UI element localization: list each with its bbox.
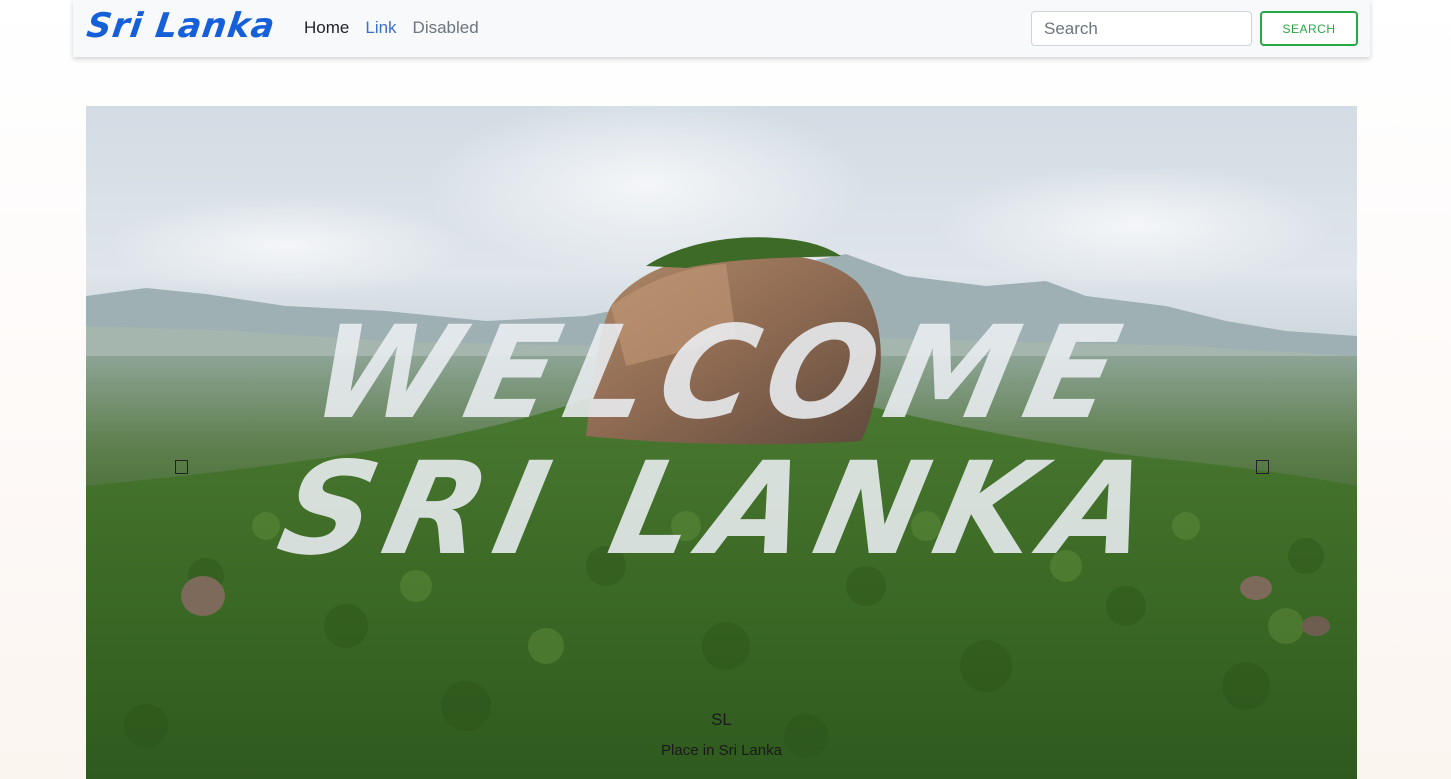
- nav-home-link[interactable]: Home: [304, 18, 349, 38]
- navbar: Sri Lanka Home Link Disabled SEARCH: [73, 0, 1370, 57]
- hero-headline-sri-lanka: SRI LANKA: [267, 435, 1176, 584]
- brand-logo[interactable]: Sri Lanka: [84, 6, 278, 46]
- carousel-prev-icon[interactable]: [175, 460, 188, 474]
- search-input[interactable]: [1031, 11, 1252, 46]
- caption-title: SL: [711, 710, 732, 729]
- carousel-next-icon[interactable]: [1256, 460, 1269, 474]
- nav-link-link[interactable]: Link: [365, 18, 396, 38]
- hero-carousel: WELCOME SRI LANKA SL Place in Sri Lanka: [86, 106, 1357, 779]
- search-button[interactable]: SEARCH: [1260, 11, 1358, 46]
- nav-disabled-link: Disabled: [412, 18, 479, 37]
- caption-text: Place in Sri Lanka: [661, 742, 782, 759]
- hero-headline-welcome: WELCOME: [299, 299, 1144, 448]
- nav-links: Home Link Disabled: [304, 18, 479, 38]
